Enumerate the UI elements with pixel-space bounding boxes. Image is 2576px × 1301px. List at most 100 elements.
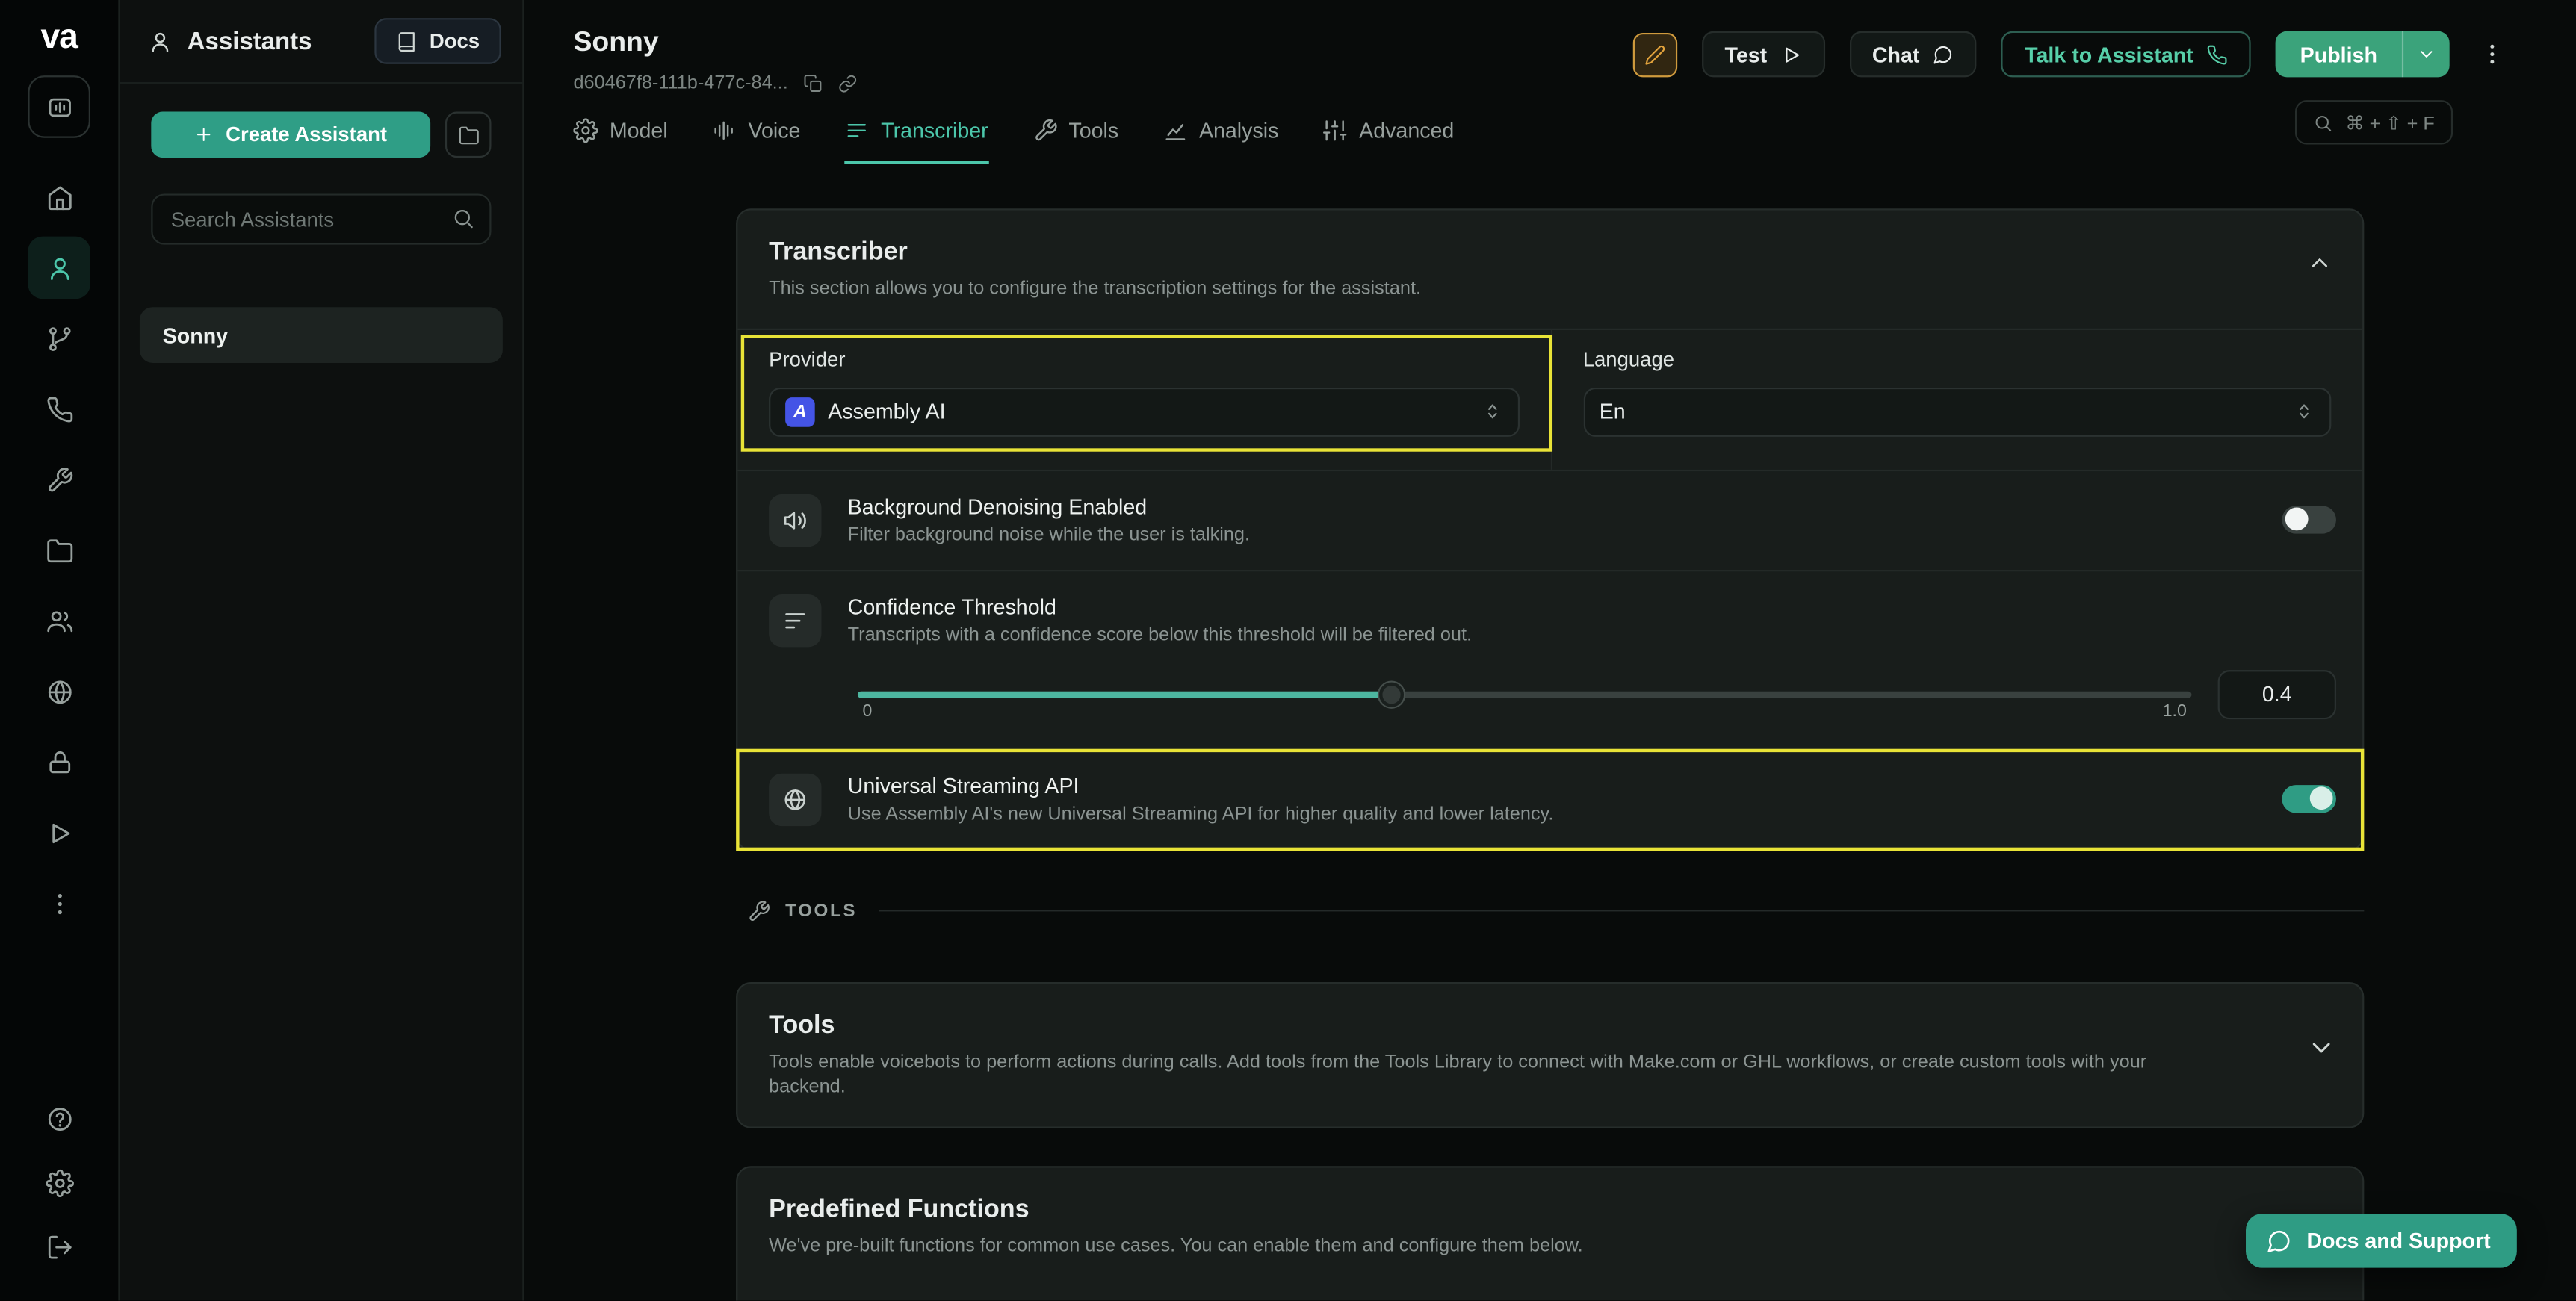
denoising-text: Background Denoising Enabled Filter back…: [848, 494, 2256, 544]
tab-voice[interactable]: Voice: [712, 118, 800, 164]
transcriber-fields: Provider A Assembly AI Language En: [737, 328, 2362, 469]
assistants-icon: [148, 28, 173, 53]
rail-home-button[interactable]: [28, 166, 90, 229]
transcriber-card: Transcriber This section allows you to c…: [736, 208, 2364, 850]
help-circle-icon: [45, 1105, 72, 1132]
tab-advanced[interactable]: Advanced: [1323, 118, 1455, 164]
publish-button[interactable]: Publish: [2276, 31, 2402, 78]
rail-help-button[interactable]: [28, 1087, 90, 1150]
waveform-icon: [712, 118, 737, 143]
assistant-header-info: Sonny d60467f8-111b-477c-84...: [573, 26, 857, 93]
tab-model[interactable]: Model: [573, 118, 667, 164]
confidence-slider-track[interactable]: [858, 691, 2192, 698]
language-select[interactable]: En: [1583, 387, 2332, 436]
rail-globe-button[interactable]: [28, 660, 90, 723]
slider-max-label: 1.0: [2163, 701, 2187, 720]
icon-rail: va: [0, 0, 120, 1301]
chat-button[interactable]: Chat: [1849, 31, 1977, 78]
tools-expand-button[interactable]: [2306, 1032, 2336, 1062]
topbar: Sonny d60467f8-111b-477c-84... Test Chat: [524, 0, 2576, 93]
users-icon: [45, 607, 72, 635]
chat-icon: [1933, 43, 1954, 65]
assistants-sidebar: Assistants Docs Create Assistant Sonny: [120, 0, 524, 1301]
rail-assistants-button[interactable]: [28, 237, 90, 299]
rail-files-button[interactable]: [28, 519, 90, 582]
workspace-button[interactable]: [28, 75, 90, 138]
logout-icon: [45, 1232, 72, 1260]
assistant-list-item[interactable]: Sonny: [140, 307, 503, 363]
tab-voice-label: Voice: [748, 118, 800, 143]
tools-title: Tools: [769, 1011, 2331, 1041]
tab-tools-label: Tools: [1068, 118, 1118, 143]
confidence-slider-knob[interactable]: [1379, 682, 1404, 707]
publish-button-label: Publish: [2300, 42, 2377, 66]
docs-button[interactable]: Docs: [375, 18, 501, 64]
search-icon: [452, 207, 475, 230]
publish-caret-button[interactable]: [2402, 31, 2450, 78]
denoising-toggle[interactable]: [2282, 505, 2336, 532]
provider-value: Assembly AI: [828, 399, 945, 423]
confidence-header: Confidence Threshold Transcripts with a …: [769, 594, 2336, 646]
confidence-description: Transcripts with a confidence score belo…: [848, 625, 2336, 645]
link-id-button[interactable]: [837, 74, 857, 93]
assistant-folders-button[interactable]: [445, 112, 492, 158]
rail-tools-button[interactable]: [28, 448, 90, 511]
talk-to-assistant-button[interactable]: Talk to Assistant: [2001, 31, 2250, 78]
streaming-icon-box: [769, 773, 821, 825]
header-actions: Test Chat Talk to Assistant Publish: [1632, 31, 2510, 78]
folder-icon: [45, 536, 72, 564]
tools-section-divider: TOOLS: [736, 899, 2364, 922]
filter-lines-icon: [782, 607, 808, 633]
confidence-slider[interactable]: 0 1.0: [858, 666, 2192, 722]
predefined-description: We've pre-built functions for common use…: [769, 1235, 2331, 1260]
toggle-knob: [2310, 786, 2333, 810]
rail-phone-button[interactable]: [28, 378, 90, 441]
header-more-button[interactable]: [2474, 31, 2510, 78]
play-icon: [45, 819, 72, 846]
predefined-title: Predefined Functions: [769, 1195, 2331, 1225]
tab-analysis[interactable]: Analysis: [1163, 118, 1279, 164]
rail-run-button[interactable]: [28, 801, 90, 864]
transcriber-card-header: Transcriber This section allows you to c…: [737, 210, 2362, 327]
transcriber-collapse-button[interactable]: [2306, 249, 2332, 276]
talk-to-assistant-label: Talk to Assistant: [2025, 42, 2193, 66]
provider-select[interactable]: A Assembly AI: [769, 387, 1519, 436]
streaming-globe-icon: [782, 786, 808, 812]
rail-logout-button[interactable]: [28, 1215, 90, 1278]
workspace-icon: [45, 93, 72, 120]
content-scroll-area[interactable]: Transcriber This section allows you to c…: [524, 164, 2576, 1301]
rail-vault-button[interactable]: [28, 731, 90, 794]
docs-button-label: Docs: [430, 30, 480, 53]
universal-streaming-row: Universal Streaming API Use Assembly AI'…: [737, 748, 2362, 848]
assistant-tabs: Model Voice Transcriber Tools Analysis A…: [524, 93, 2576, 164]
streaming-title: Universal Streaming API: [848, 773, 2256, 798]
copy-id-button[interactable]: [803, 74, 823, 93]
wrench-icon: [1032, 118, 1057, 143]
confidence-title: Confidence Threshold: [848, 594, 2336, 618]
user-icon: [45, 254, 72, 282]
search-assistants-input[interactable]: [151, 193, 491, 244]
chevrons-up-down-icon: [2294, 401, 2315, 423]
assistant-list-item-label: Sonny: [163, 323, 228, 347]
tab-tools[interactable]: Tools: [1032, 118, 1118, 164]
streaming-toggle[interactable]: [2282, 784, 2336, 812]
tab-transcriber[interactable]: Transcriber: [845, 118, 988, 164]
tab-advanced-label: Advanced: [1359, 118, 1454, 143]
rail-community-button[interactable]: [28, 589, 90, 652]
search-icon: [2312, 113, 2332, 132]
search-shortcut-box[interactable]: ⌘ + ⇧ + F: [2294, 100, 2453, 144]
create-assistant-button[interactable]: Create Assistant: [151, 112, 430, 158]
globe-icon: [45, 677, 72, 705]
sliders-icon: [1323, 118, 1348, 143]
test-button[interactable]: Test: [1702, 31, 1824, 78]
rail-more-button[interactable]: [28, 872, 90, 935]
confidence-value-box[interactable]: 0.4: [2218, 669, 2336, 718]
phone-icon: [45, 395, 72, 423]
play-icon: [1780, 43, 1802, 65]
branch-icon: [45, 324, 72, 352]
edit-assistant-button[interactable]: [1632, 32, 1676, 76]
rail-settings-button[interactable]: [28, 1151, 90, 1214]
docs-and-support-button[interactable]: Docs and Support: [2246, 1214, 2517, 1268]
rail-workflows-button[interactable]: [28, 307, 90, 370]
predefined-card-header: Predefined Functions We've pre-built fun…: [737, 1167, 2362, 1284]
